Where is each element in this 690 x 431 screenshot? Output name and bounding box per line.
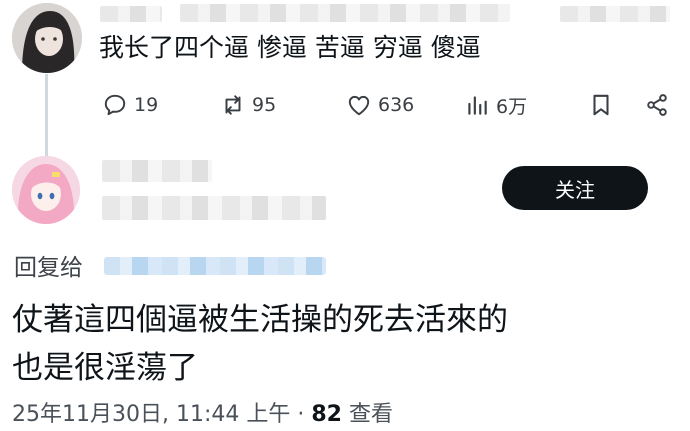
avatar-image [12, 3, 82, 73]
thread-line [45, 74, 48, 156]
reply-to-label: 回复给 [14, 255, 83, 281]
avatar[interactable] [12, 3, 82, 73]
view-count: 82 [311, 402, 342, 427]
repost-icon [225, 95, 241, 115]
reply-text-line: 也是很淫蕩了 [12, 350, 198, 386]
reply-to-handle-blurred[interactable] [104, 257, 326, 275]
view-label: 查看 [341, 402, 393, 427]
share-icon [647, 94, 667, 116]
bookmark-icon [593, 94, 609, 116]
avatar[interactable] [12, 156, 80, 224]
display-name-blurred [100, 6, 162, 22]
view-count: 6万 [496, 95, 528, 118]
avatar-image [12, 156, 80, 224]
post-text: 我长了四个逼 惨逼 苦逼 穷逼 傻逼 [99, 33, 481, 62]
heart-icon [348, 95, 370, 116]
post-time-blurred [560, 6, 670, 22]
share-button[interactable] [644, 88, 676, 122]
display-name-blurred [102, 160, 212, 182]
reply-button[interactable]: 19 [102, 88, 158, 122]
handle-blurred [180, 4, 510, 22]
handle-blurred [102, 196, 326, 220]
repost-count: 95 [252, 94, 277, 116]
analytics-icon [468, 96, 487, 115]
like-button[interactable]: 636 [346, 88, 414, 122]
follow-button[interactable]: 关注 [502, 166, 648, 210]
post-actions: 19 95 636 6万 [100, 88, 680, 122]
reply-count: 19 [134, 94, 159, 116]
bookmark-button[interactable] [588, 88, 620, 122]
post-meta: 25年11月30日, 11:44 上午 · 82 查看 [12, 396, 393, 428]
repost-button[interactable]: 95 [220, 88, 276, 122]
views-button[interactable]: 6万 [464, 88, 527, 122]
timestamp: 25年11月30日, 11:44 上午 · [12, 402, 312, 427]
reply-icon [104, 94, 126, 116]
reply-text: 仗著這四個逼被生活操的死去活來的 也是很淫蕩了 [12, 296, 508, 392]
like-count: 636 [378, 94, 415, 116]
reply-text-line: 仗著這四個逼被生活操的死去活來的 [12, 302, 508, 338]
